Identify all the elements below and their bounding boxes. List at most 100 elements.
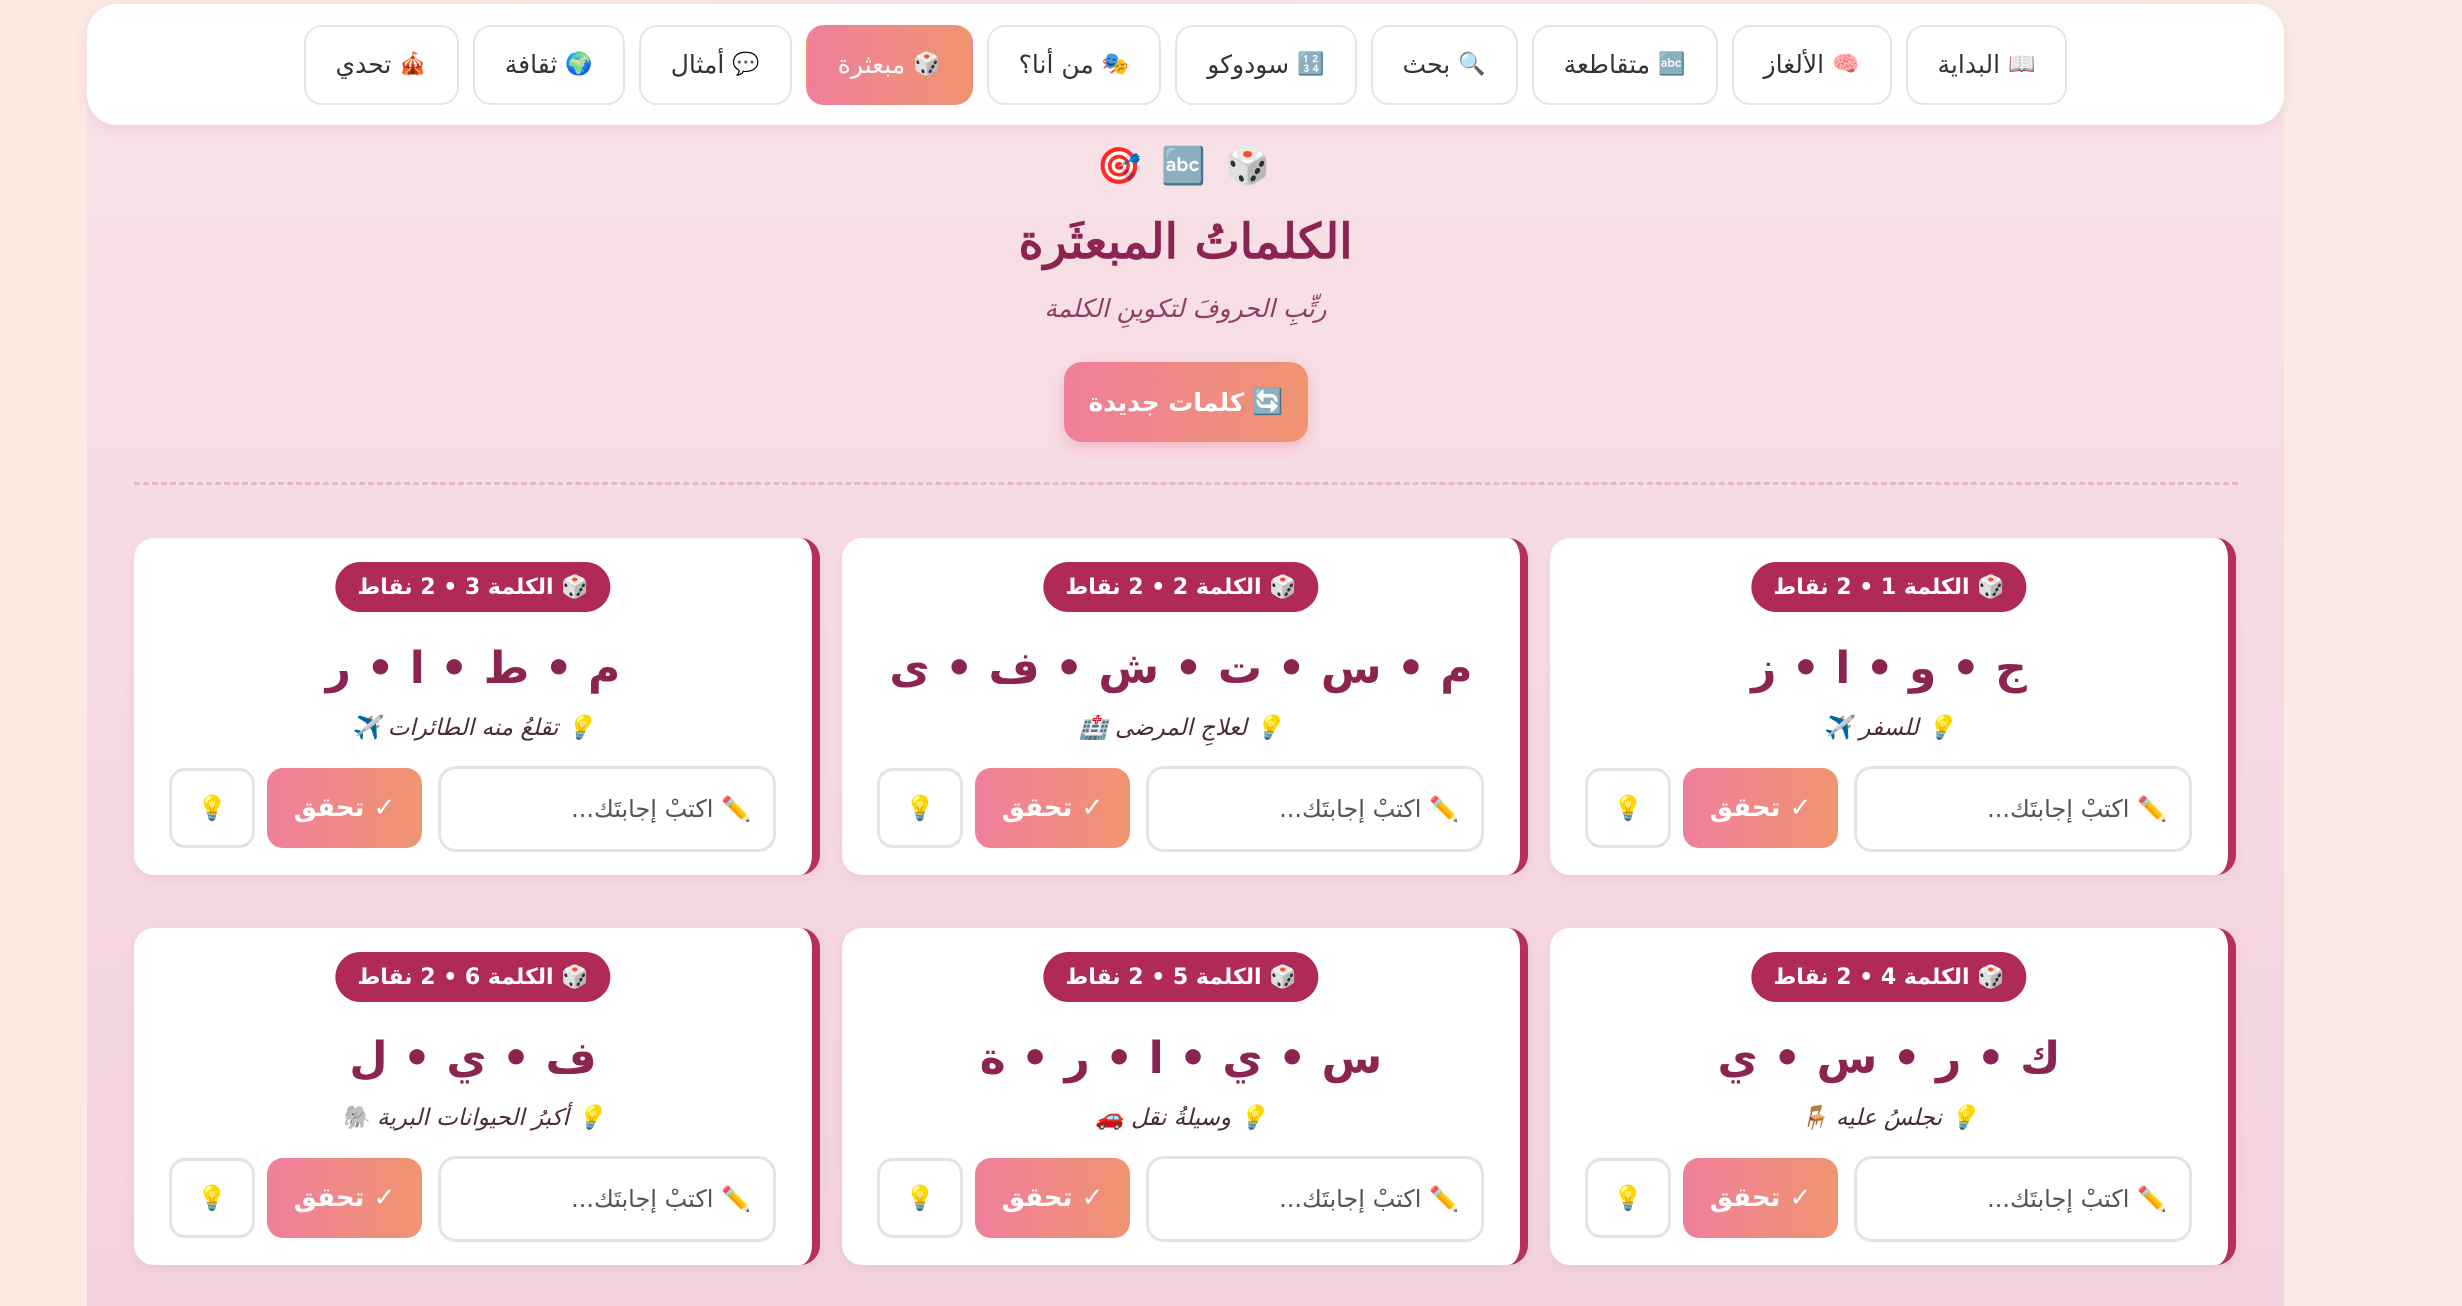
word-hint-text: أكبرُ الحيوانات البرية 🐘 — [341, 1105, 569, 1131]
hint-button[interactable]: 💡 — [877, 768, 963, 848]
brain-icon: 🧠 — [1832, 52, 1860, 77]
nav-label: متقاطعة — [1563, 50, 1651, 79]
word-hint-text: للسفر ✈️ — [1823, 715, 1919, 741]
word-card: 🎲 الكلمة 6 • 2 نقاط ف • ي • ل 💡 أكبرُ ال… — [134, 928, 820, 1265]
lightbulb-icon: 💡 — [197, 794, 227, 822]
lightbulb-icon: 💡 — [905, 794, 935, 822]
header-emoji-icons: 🎲 🔤 🎯 — [1096, 146, 1275, 187]
word-badge: 🎲 الكلمة 2 • 2 نقاط — [1043, 562, 1319, 612]
word-hint: 💡 لعلاجِ المرضى 🏥 — [842, 714, 1520, 741]
word-hint-text: وسيلةُ نقل 🚗 — [1095, 1105, 1232, 1131]
hint-button[interactable]: 💡 — [169, 768, 255, 848]
abc-icon: 🔤 — [1658, 52, 1686, 77]
dice-icon: 🎲 — [561, 964, 589, 990]
nav-label: أمثال — [670, 50, 725, 79]
word-hint-text: تقلعُ منه الطائرات ✈️ — [351, 715, 559, 741]
lightbulb-icon: 💡 — [1238, 1105, 1267, 1131]
check-button[interactable]: ✓ تحقق — [1683, 768, 1838, 848]
hint-button[interactable]: 💡 — [1585, 1158, 1671, 1238]
nav-label: من أنا؟ — [1018, 50, 1094, 79]
page-title: الكلماتُ المبعثَرة — [1018, 214, 1353, 270]
nav-item-riddles[interactable]: 🧠 الألغاز — [1731, 24, 1892, 105]
answer-input[interactable] — [438, 766, 776, 852]
word-hint: 💡 أكبرُ الحيوانات البرية 🐘 — [134, 1104, 812, 1131]
page-header: 🎲 🔤 🎯 الكلماتُ المبعثَرة رتِّبِ الحروفَ … — [87, 140, 2284, 323]
hint-button[interactable]: 💡 — [877, 1158, 963, 1238]
word-badge: 🎲 الكلمة 5 • 2 نقاط — [1043, 952, 1319, 1002]
dice-icon: 🎲 — [913, 52, 941, 77]
circus-tent-icon: 🎪 — [399, 52, 427, 77]
check-button[interactable]: ✓ تحقق — [975, 1158, 1130, 1238]
hint-button[interactable]: 💡 — [1585, 768, 1671, 848]
word-hint: 💡 تقلعُ منه الطائرات ✈️ — [134, 714, 812, 741]
word-badge-label: الكلمة 3 • 2 نقاط — [357, 574, 554, 600]
answer-input[interactable] — [1854, 766, 2192, 852]
masks-icon: 🎭 — [1101, 52, 1130, 77]
word-badge: 🎲 الكلمة 4 • 2 نقاط — [1751, 952, 2027, 1002]
hint-button[interactable]: 💡 — [169, 1158, 255, 1238]
new-words-button[interactable]: 🔄 كلمات جديدة — [1064, 362, 1308, 442]
word-hint-text: نجلسُ عليه 🪑 — [1799, 1105, 1943, 1131]
nav-label: سودوكو — [1207, 50, 1290, 79]
lightbulb-icon: 💡 — [905, 1184, 935, 1212]
dice-icon: 🎲 — [561, 574, 589, 600]
scrambled-letters: ج • و • ا • ز — [1751, 643, 2027, 694]
nav-item-challenge[interactable]: 🎪 تحدي — [303, 24, 459, 105]
word-badge-label: الكلمة 1 • 2 نقاط — [1773, 574, 1970, 600]
nav-item-proverbs[interactable]: 💬 أمثال — [638, 24, 792, 105]
globe-icon: 🌍 — [565, 52, 593, 77]
lightbulb-icon: 💡 — [1949, 1105, 1978, 1131]
lightbulb-icon: 💡 — [565, 715, 595, 741]
nav-label: ثقافة — [504, 50, 558, 79]
word-card: 🎲 الكلمة 1 • 2 نقاط ج • و • ا • ز 💡 للسف… — [1550, 538, 2236, 875]
scrambled-letters: م • س • ت • ش • ف • ى — [889, 643, 1473, 694]
check-button[interactable]: ✓ تحقق — [975, 768, 1130, 848]
scrambled-letters: ف • ي • ل — [349, 1033, 597, 1084]
dice-icon: 🎲 — [1977, 574, 2005, 600]
top-navigation: 📖 البداية 🧠 الألغاز 🔤 متقاطعة 🔍 بحث 🔢 سودوكو … — [87, 4, 2284, 125]
nav-label: الألغاز — [1763, 50, 1825, 79]
word-card: 🎲 الكلمة 4 • 2 نقاط ك • ر • س • ي 💡 نجلس… — [1550, 928, 2236, 1265]
word-hint: 💡 للسفر ✈️ — [1550, 714, 2228, 741]
nav-label: بحث — [1402, 50, 1451, 79]
dice-icon: 🎲 — [1269, 964, 1297, 990]
dice-icon: 🎲 — [1269, 574, 1297, 600]
check-button[interactable]: ✓ تحقق — [1683, 1158, 1838, 1238]
answer-input[interactable] — [1146, 766, 1484, 852]
answer-input[interactable] — [1146, 1156, 1484, 1242]
nav-item-who-am-i[interactable]: 🎭 من أنا؟ — [986, 24, 1162, 105]
scrambled-letters: ك • ر • س • ي — [1717, 1033, 2061, 1084]
lightbulb-icon: 💡 — [576, 1105, 605, 1131]
nav-label: تحدي — [335, 50, 392, 79]
lightbulb-icon: 💡 — [1613, 794, 1643, 822]
word-hint: 💡 نجلسُ عليه 🪑 — [1550, 1104, 2228, 1131]
page-subtitle: رتِّبِ الحروفَ لتكوينِ الكلمة — [1044, 294, 1327, 323]
nav-item-word-search[interactable]: 🔍 بحث — [1370, 24, 1518, 105]
nav-item-home[interactable]: 📖 البداية — [1905, 24, 2068, 105]
word-badge-label: الكلمة 2 • 2 نقاط — [1065, 574, 1262, 600]
dice-icon: 🎲 — [1977, 964, 2005, 990]
answer-input[interactable] — [438, 1156, 776, 1242]
answer-input[interactable] — [1854, 1156, 2192, 1242]
word-badge: 🎲 الكلمة 6 • 2 نقاط — [335, 952, 611, 1002]
lightbulb-icon: 💡 — [1254, 715, 1283, 741]
refresh-icon: 🔄 — [1252, 387, 1284, 416]
word-card: 🎲 الكلمة 2 • 2 نقاط م • س • ت • ش • ف • … — [842, 538, 1528, 875]
numbers-icon: 🔢 — [1297, 52, 1325, 77]
nav-item-culture[interactable]: 🌍 ثقافة — [472, 24, 625, 105]
word-badge-label: الكلمة 5 • 2 نقاط — [1065, 964, 1262, 990]
word-hint: 💡 وسيلةُ نقل 🚗 — [842, 1104, 1520, 1131]
scrambled-letters: س • ي • ا • ر • ة — [979, 1033, 1383, 1084]
word-card: 🎲 الكلمة 3 • 2 نقاط م • ط • ا • ر 💡 تقلع… — [134, 538, 820, 875]
book-icon: 📖 — [2008, 52, 2036, 77]
check-button[interactable]: ✓ تحقق — [267, 768, 422, 848]
nav-item-sudoku[interactable]: 🔢 سودوكو — [1175, 24, 1357, 105]
magnifier-icon: 🔍 — [1458, 52, 1486, 77]
check-button[interactable]: ✓ تحقق — [267, 1158, 422, 1238]
word-badge: 🎲 الكلمة 1 • 2 نقاط — [1751, 562, 2027, 612]
word-card: 🎲 الكلمة 5 • 2 نقاط س • ي • ا • ر • ة 💡 … — [842, 928, 1528, 1265]
nav-item-crossword[interactable]: 🔤 متقاطعة — [1531, 24, 1718, 105]
nav-label: مبعثرة — [837, 50, 906, 79]
section-divider — [134, 482, 2238, 485]
nav-item-scrambled[interactable]: 🎲 مبعثرة — [805, 24, 973, 105]
